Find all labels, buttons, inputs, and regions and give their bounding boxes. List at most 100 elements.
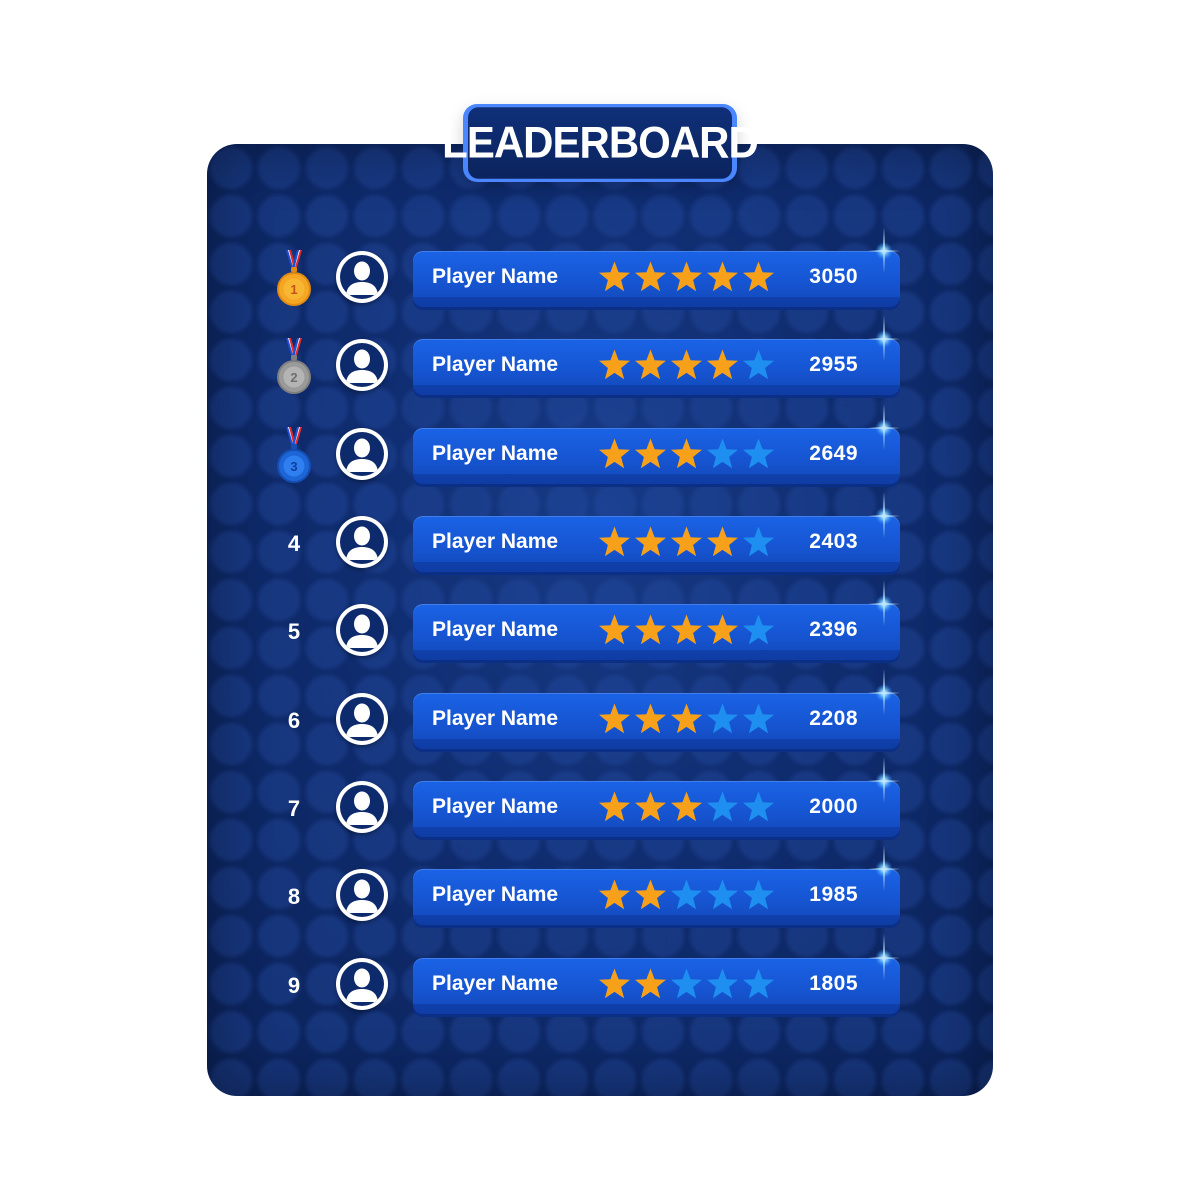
- player-bar[interactable]: Player Name 2403: [413, 492, 900, 572]
- player-name: Player Name: [432, 972, 559, 995]
- player-score: 2955: [809, 353, 858, 376]
- star-rating: [597, 790, 776, 826]
- user-silhouette-icon: [346, 614, 378, 648]
- star-filled-icon: [599, 703, 630, 734]
- player-bar[interactable]: Player Name 2000: [413, 757, 900, 837]
- star-filled-icon: [635, 968, 666, 999]
- user-silhouette-icon: [346, 703, 378, 737]
- star-empty-icon: [707, 879, 738, 910]
- avatar[interactable]: [336, 428, 388, 480]
- star-filled-icon: [635, 261, 666, 292]
- avatar[interactable]: [336, 516, 388, 568]
- leaderboard-row[interactable]: 3 Player Name 2649: [270, 404, 910, 485]
- star-empty-icon: [707, 438, 738, 469]
- star-empty-icon: [707, 791, 738, 822]
- medal-rank-label: 3: [290, 459, 297, 474]
- avatar[interactable]: [336, 251, 388, 303]
- star-rating: [597, 878, 776, 914]
- star-filled-icon: [671, 526, 702, 557]
- avatar[interactable]: [336, 781, 388, 833]
- player-score: 2208: [809, 707, 858, 730]
- star-empty-icon: [707, 968, 738, 999]
- player-name: Player Name: [432, 618, 559, 641]
- player-name: Player Name: [432, 795, 559, 818]
- avatar-frame: [340, 520, 384, 564]
- star-filled-icon: [671, 261, 702, 292]
- player-bar[interactable]: Player Name 1985: [413, 845, 900, 925]
- medal-gold-icon: 1: [277, 250, 311, 306]
- rank-cell: 3: [270, 427, 318, 485]
- star-rating: [597, 967, 776, 1003]
- star-filled-icon: [707, 261, 738, 292]
- star-filled-icon: [635, 703, 666, 734]
- player-bar[interactable]: Player Name 2208: [413, 669, 900, 749]
- player-score: 2649: [809, 442, 858, 465]
- player-name: Player Name: [432, 707, 559, 730]
- leaderboard-row[interactable]: 8 Player Name 1985: [270, 845, 910, 926]
- rank-cell: 7: [270, 780, 318, 838]
- leaderboard-row[interactable]: 6 Player Name 2208: [270, 669, 910, 750]
- leaderboard-row[interactable]: 4 Player Name 2403: [270, 492, 910, 573]
- star-filled-icon: [671, 349, 702, 380]
- user-silhouette-icon: [346, 261, 378, 295]
- rank-cell: 2: [270, 338, 318, 396]
- star-filled-icon: [599, 614, 630, 645]
- star-empty-icon: [671, 879, 702, 910]
- leaderboard-row[interactable]: 2 Player Name 2955: [270, 315, 910, 396]
- star-filled-icon: [707, 614, 738, 645]
- player-bar[interactable]: Player Name 3050: [413, 227, 900, 307]
- star-rating: [597, 260, 776, 296]
- player-name: Player Name: [432, 530, 559, 553]
- avatar-frame: [340, 697, 384, 741]
- user-silhouette-icon: [346, 526, 378, 560]
- medal-bronze-blue-icon: 3: [277, 427, 311, 483]
- user-silhouette-icon: [346, 968, 378, 1002]
- star-filled-icon: [599, 261, 630, 292]
- player-name: Player Name: [432, 265, 559, 288]
- star-empty-icon: [743, 791, 774, 822]
- star-filled-icon: [599, 526, 630, 557]
- avatar[interactable]: [336, 869, 388, 921]
- player-score: 2396: [809, 618, 858, 641]
- medal-rank-label: 2: [290, 370, 297, 385]
- avatar-frame: [340, 343, 384, 387]
- user-silhouette-icon: [346, 438, 378, 472]
- leaderboard-row[interactable]: 9 Player Name 1805: [270, 934, 910, 1015]
- leaderboard-title: LEADERBOARD: [442, 107, 759, 179]
- player-bar[interactable]: Player Name 2396: [413, 580, 900, 660]
- leaderboard-row[interactable]: 7 Player Name 2000: [270, 757, 910, 838]
- star-filled-icon: [707, 349, 738, 380]
- leaderboard-row[interactable]: 5 Player Name 2396: [270, 580, 910, 661]
- star-empty-icon: [743, 438, 774, 469]
- player-score: 1805: [809, 972, 858, 995]
- star-filled-icon: [671, 791, 702, 822]
- rank-number: 5: [287, 619, 301, 644]
- avatar[interactable]: [336, 339, 388, 391]
- star-rating: [597, 702, 776, 738]
- avatar-frame: [340, 873, 384, 917]
- player-name: Player Name: [432, 883, 559, 906]
- user-silhouette-icon: [346, 349, 378, 383]
- star-filled-icon: [635, 614, 666, 645]
- player-name: Player Name: [432, 442, 559, 465]
- avatar[interactable]: [336, 693, 388, 745]
- star-empty-icon: [743, 526, 774, 557]
- player-score: 1985: [809, 883, 858, 906]
- rank-cell: 9: [270, 957, 318, 1015]
- rank-number: 8: [287, 884, 301, 909]
- player-bar[interactable]: Player Name 2649: [413, 404, 900, 484]
- player-score: 2000: [809, 795, 858, 818]
- rank-cell: 1: [270, 250, 318, 308]
- rank-number: 4: [287, 531, 301, 556]
- avatar[interactable]: [336, 958, 388, 1010]
- rank-cell: 6: [270, 692, 318, 750]
- player-bar[interactable]: Player Name 2955: [413, 315, 900, 395]
- player-bar[interactable]: Player Name 1805: [413, 934, 900, 1014]
- user-silhouette-icon: [346, 879, 378, 913]
- rank-cell: 5: [270, 603, 318, 661]
- star-filled-icon: [671, 438, 702, 469]
- leaderboard-row[interactable]: 1 Player Name 3050: [270, 227, 910, 308]
- avatar-frame: [340, 962, 384, 1006]
- avatar[interactable]: [336, 604, 388, 656]
- star-filled-icon: [635, 349, 666, 380]
